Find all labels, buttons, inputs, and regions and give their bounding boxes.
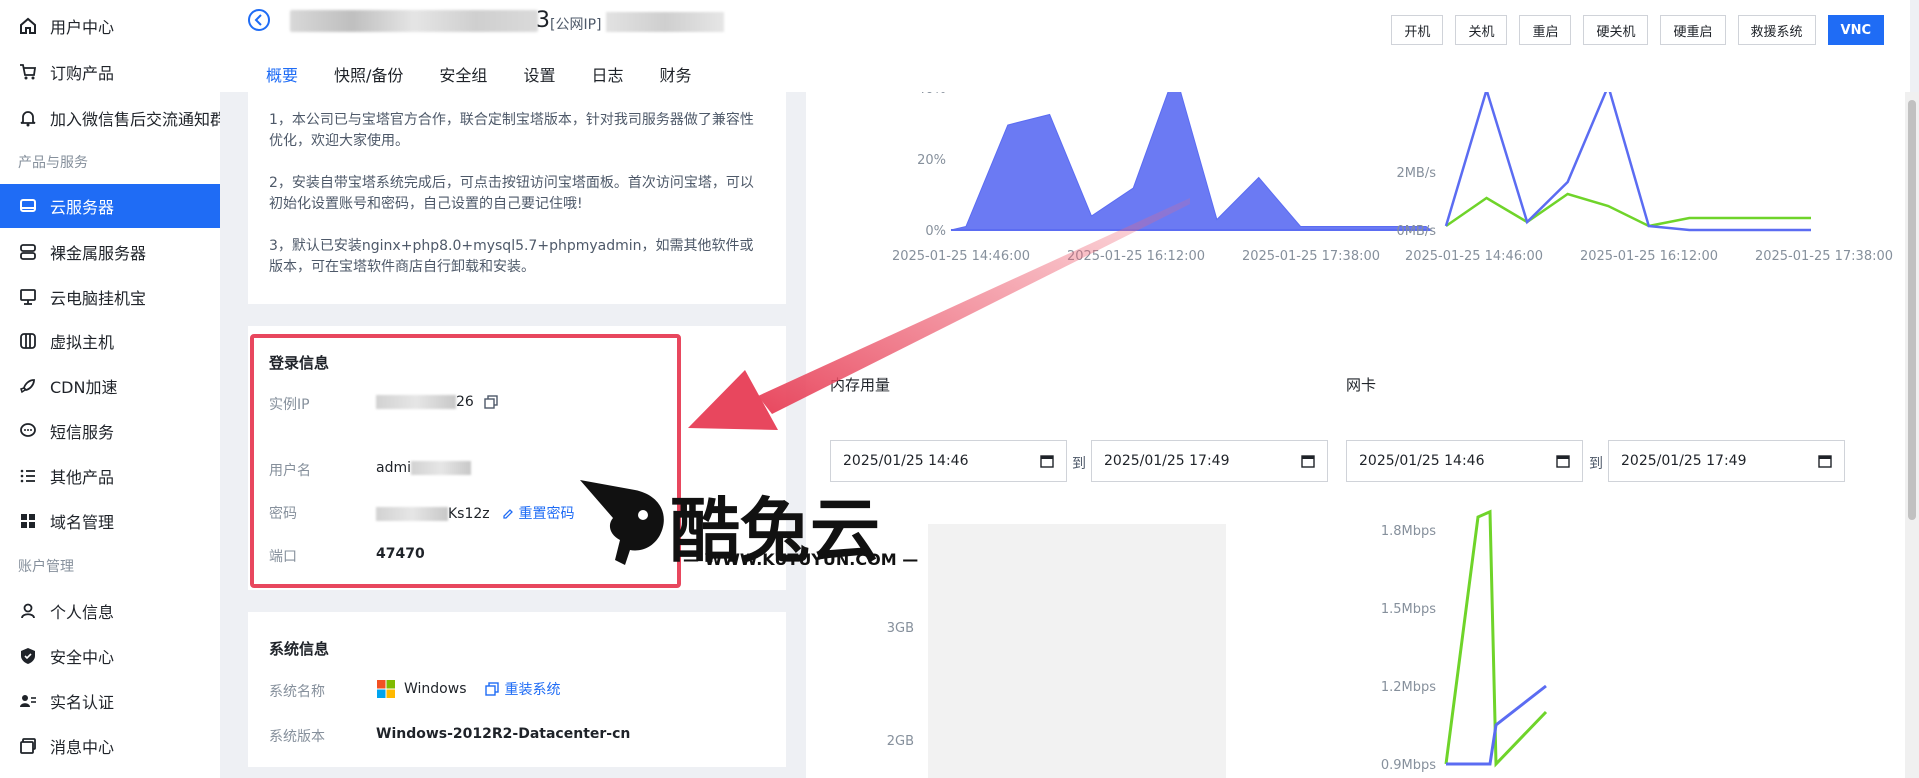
watermark-url: — WWW.KUTUYUN.COM — (683, 550, 919, 569)
kutuyun-watermark: 酷兔云 — WWW.KUTUYUN.COM — (575, 470, 918, 574)
annotation-arrow (688, 198, 1190, 430)
scrollbar-thumb[interactable] (1908, 100, 1916, 520)
rabbit-logo-icon (580, 480, 664, 565)
